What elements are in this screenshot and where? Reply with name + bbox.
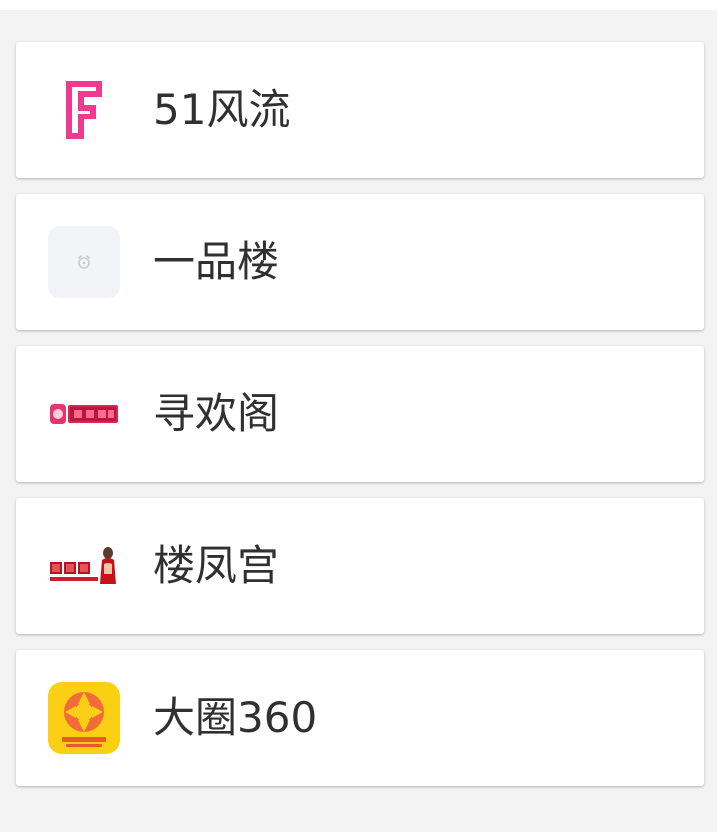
- xunhuange-logo-icon: [48, 378, 120, 450]
- app-list-item-loufenggong[interactable]: 楼凤宫: [16, 498, 704, 634]
- app-list-item-51fengliu[interactable]: 51风流: [16, 42, 704, 178]
- placeholder-image-icon: [48, 226, 120, 298]
- app-list-item-yipinlou[interactable]: 一品楼: [16, 194, 704, 330]
- app-name: 一品楼: [153, 237, 280, 286]
- app-name: 大圈360: [153, 693, 318, 742]
- daquan360-logo-icon: [48, 682, 120, 754]
- app-name: 51风流: [153, 85, 291, 134]
- pink-f-logo-icon: [48, 74, 120, 146]
- app-list-item-xunhuange[interactable]: 寻欢阁: [16, 346, 704, 482]
- loufenggong-logo-icon: [48, 530, 120, 602]
- app-name: 楼凤宫: [153, 541, 280, 590]
- app-list-item-daquan360[interactable]: 大圈360: [16, 650, 704, 786]
- app-list: 51风流 一品楼 寻欢阁 楼凤宫 大圈360: [16, 42, 704, 802]
- app-name: 寻欢阁: [153, 389, 280, 438]
- top-bar: [0, 0, 717, 10]
